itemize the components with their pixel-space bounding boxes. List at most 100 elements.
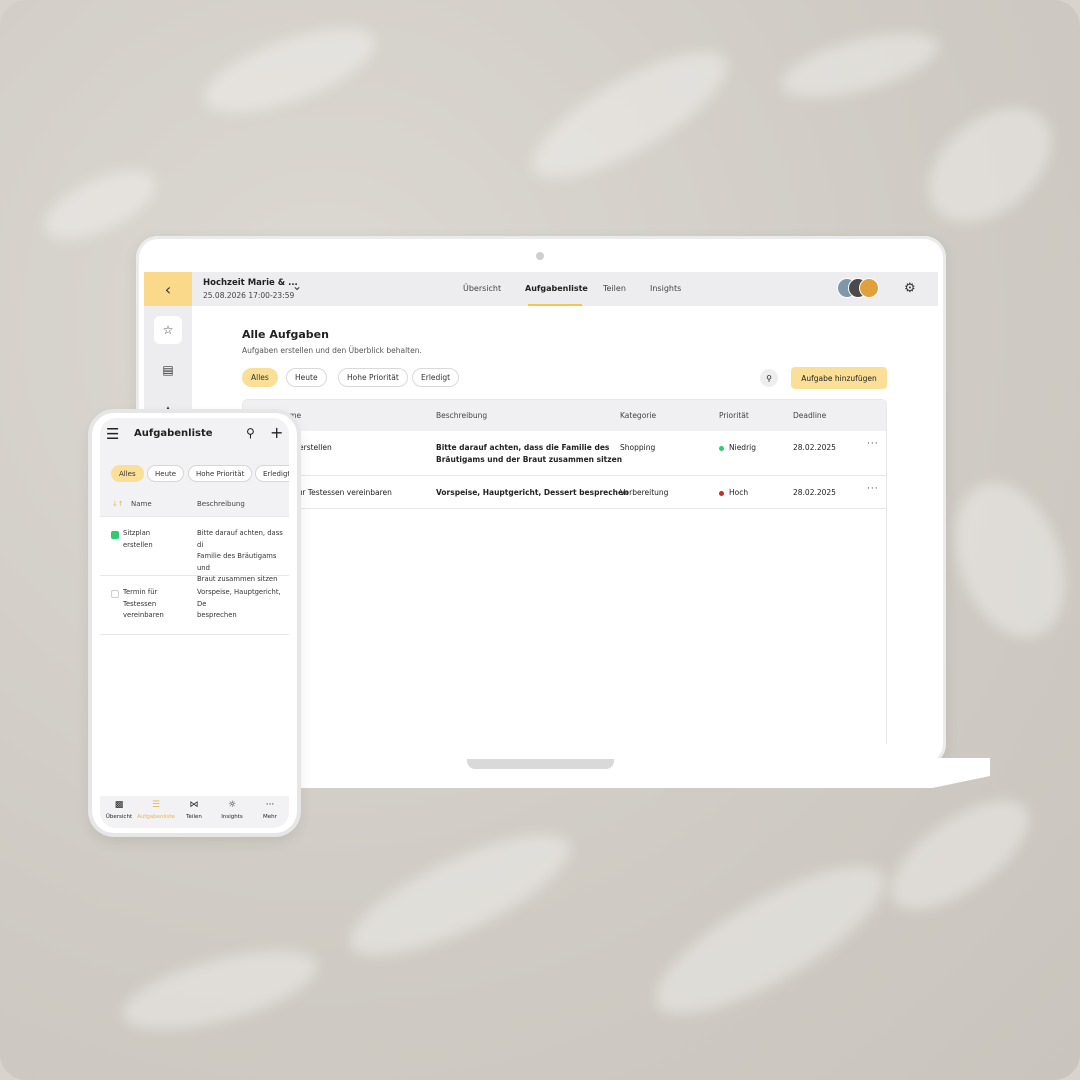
main-content: Alle Aufgaben Aufgaben erstellen und den… xyxy=(192,306,938,744)
laptop-camera xyxy=(536,252,544,260)
tab-aufgabenliste[interactable]: Aufgabenliste xyxy=(525,284,588,293)
top-bar: ‹ Hochzeit Marie & ... 25.08.2026 17:00-… xyxy=(144,272,938,306)
table-row[interactable]: für Testessen vereinbaren Vorspeise, Hau… xyxy=(243,476,886,509)
name-line: Testessen xyxy=(123,599,157,608)
share-icon: ⋈ xyxy=(189,800,199,810)
task-name: für Testessen vereinbaren xyxy=(295,488,392,497)
nav-insights[interactable]: ☼ Insights xyxy=(213,800,251,820)
tab-uebersicht[interactable]: Übersicht xyxy=(463,284,501,293)
table-row[interactable]: erstellen Bitte darauf achten, dass die … xyxy=(243,431,886,476)
filter-erledigt[interactable]: Erledigt xyxy=(412,368,460,387)
page-subtitle: Aufgaben erstellen und den Überblick beh… xyxy=(242,346,422,355)
lightbulb-icon: ☼ xyxy=(227,800,237,810)
column-deadline[interactable]: Deadline xyxy=(793,411,826,420)
task-priority: Niedrig xyxy=(719,442,756,454)
avatar xyxy=(859,278,879,298)
list-item[interactable]: Sitzplan erstellen Bitte darauf achten, … xyxy=(100,516,289,583)
filter-heute[interactable]: Heute xyxy=(286,368,327,387)
shadow-blob xyxy=(874,780,1046,930)
chevron-left-icon: ‹ xyxy=(164,279,172,299)
task-name: Sitzplan erstellen xyxy=(123,528,153,551)
column-beschreibung[interactable]: Beschreibung xyxy=(197,500,245,508)
checkbox-checked-icon[interactable] xyxy=(111,531,119,539)
nav-label: Insights xyxy=(221,814,243,820)
name-line: erstellen xyxy=(123,540,153,549)
name-line: Termin für xyxy=(123,588,158,596)
shadow-blob xyxy=(517,29,743,201)
column-kategorie[interactable]: Kategorie xyxy=(620,411,656,420)
search-icon[interactable]: ⚲ xyxy=(246,426,255,440)
list-item[interactable]: Termin für Testessen vereinbaren Vorspei… xyxy=(100,576,289,635)
filter-erledigt[interactable]: Erledigt xyxy=(255,465,289,482)
star-icon[interactable]: ☆ xyxy=(154,316,182,344)
more-icon[interactable]: ··· xyxy=(867,439,879,449)
task-deadline: 28.02.2025 xyxy=(793,443,836,452)
plus-icon[interactable]: + xyxy=(270,423,283,442)
description-line: besprechen xyxy=(197,611,237,619)
task-description: Vorspeise, Hauptgericht, Dessert besprec… xyxy=(436,488,629,497)
add-task-button[interactable]: Aufgabe hinzufügen xyxy=(791,367,887,389)
mobile-top-bar: ☰ Aufgabenliste ⚲ + xyxy=(100,418,289,452)
filter-hohe-prioritaet[interactable]: Hohe Priorität xyxy=(188,465,253,482)
search-icon: ⚲ xyxy=(766,373,772,383)
column-prioritaet[interactable]: Priorität xyxy=(719,411,749,420)
task-description: Vorspeise, Hauptgericht, De besprechen xyxy=(197,587,289,622)
checkbox-icon[interactable] xyxy=(111,590,119,598)
filter-heute[interactable]: Heute xyxy=(147,465,185,482)
event-date: 25.08.2026 17:00-23:59 xyxy=(203,291,295,300)
nav-label: Mehr xyxy=(263,814,277,820)
mobile-bottom-nav: ▩ Übersicht ☰ Aufgabenliste ⋈ Teilen ☼ I… xyxy=(100,796,289,828)
nav-label: Aufgabenliste xyxy=(137,814,175,820)
shadow-blob xyxy=(935,467,1080,653)
shadow-blob xyxy=(195,11,385,129)
task-name: erstellen xyxy=(299,443,332,452)
shadow-blob xyxy=(776,20,944,110)
shadow-blob xyxy=(637,840,903,1040)
tab-insights[interactable]: Insights xyxy=(650,284,681,293)
mobile-page-title: Aufgabenliste xyxy=(134,428,213,439)
avatar-group[interactable] xyxy=(837,278,881,300)
tab-teilen[interactable]: Teilen xyxy=(603,284,626,293)
nav-label: Übersicht xyxy=(105,814,133,820)
gear-icon[interactable]: ⚙ xyxy=(904,281,916,296)
table-header: Name Beschreibung Kategorie Priorität De… xyxy=(243,400,886,431)
column-beschreibung[interactable]: Beschreibung xyxy=(436,411,487,420)
nav-mehr[interactable]: ··· Mehr xyxy=(251,800,289,820)
name-line: vereinbaren xyxy=(123,611,164,619)
description-line: Bitte darauf achten, dass di xyxy=(197,529,283,549)
document-icon[interactable]: ▤ xyxy=(154,356,182,384)
list-icon: ☰ xyxy=(151,800,161,810)
laptop-base xyxy=(270,758,990,788)
task-name: Termin für Testessen vereinbaren xyxy=(123,587,164,622)
search-button[interactable]: ⚲ xyxy=(760,369,778,387)
task-deadline: 28.02.2025 xyxy=(793,488,836,497)
filter-alles[interactable]: Alles xyxy=(242,368,278,387)
priority-dot xyxy=(719,445,724,451)
filter-hohe-prioritaet[interactable]: Hohe Priorität xyxy=(338,368,408,387)
description-line: Vorspeise, Hauptgericht, De xyxy=(197,588,281,608)
task-table: Name Beschreibung Kategorie Priorität De… xyxy=(242,399,887,744)
mobile-screen: ☰ Aufgabenliste ⚲ + Alles Heute Hohe Pri… xyxy=(100,418,289,828)
more-icon: ··· xyxy=(265,800,275,810)
nav-label: Teilen xyxy=(186,814,202,820)
event-title: Hochzeit Marie & ... xyxy=(203,278,298,288)
column-name[interactable]: Name xyxy=(131,500,152,508)
description-line: Bräutigams und der Braut zusammen sitzen xyxy=(436,455,623,464)
calendar-icon: ▩ xyxy=(114,800,124,810)
description-line: Bitte darauf achten, dass die Familie de… xyxy=(436,443,610,452)
sort-arrows-icon[interactable]: ↓↑ xyxy=(112,500,124,508)
description-line: Familie des Bräutigams und xyxy=(197,552,277,572)
task-category: Shopping xyxy=(620,443,656,452)
nav-uebersicht[interactable]: ▩ Übersicht xyxy=(100,800,138,820)
filter-alles[interactable]: Alles xyxy=(111,465,144,482)
more-icon[interactable]: ··· xyxy=(867,484,879,494)
task-description: Bitte darauf achten, dass die Familie de… xyxy=(436,442,622,466)
nav-aufgabenliste[interactable]: ☰ Aufgabenliste xyxy=(137,800,175,820)
nav-teilen[interactable]: ⋈ Teilen xyxy=(175,800,213,820)
chevron-down-icon[interactable]: ⌄ xyxy=(292,279,302,293)
task-category: Vorbereitung xyxy=(620,488,669,497)
priority-label: Niedrig xyxy=(729,443,756,452)
hamburger-menu-icon[interactable]: ☰ xyxy=(106,425,119,443)
back-button[interactable]: ‹ xyxy=(144,272,192,306)
task-priority: Hoch xyxy=(719,487,748,499)
